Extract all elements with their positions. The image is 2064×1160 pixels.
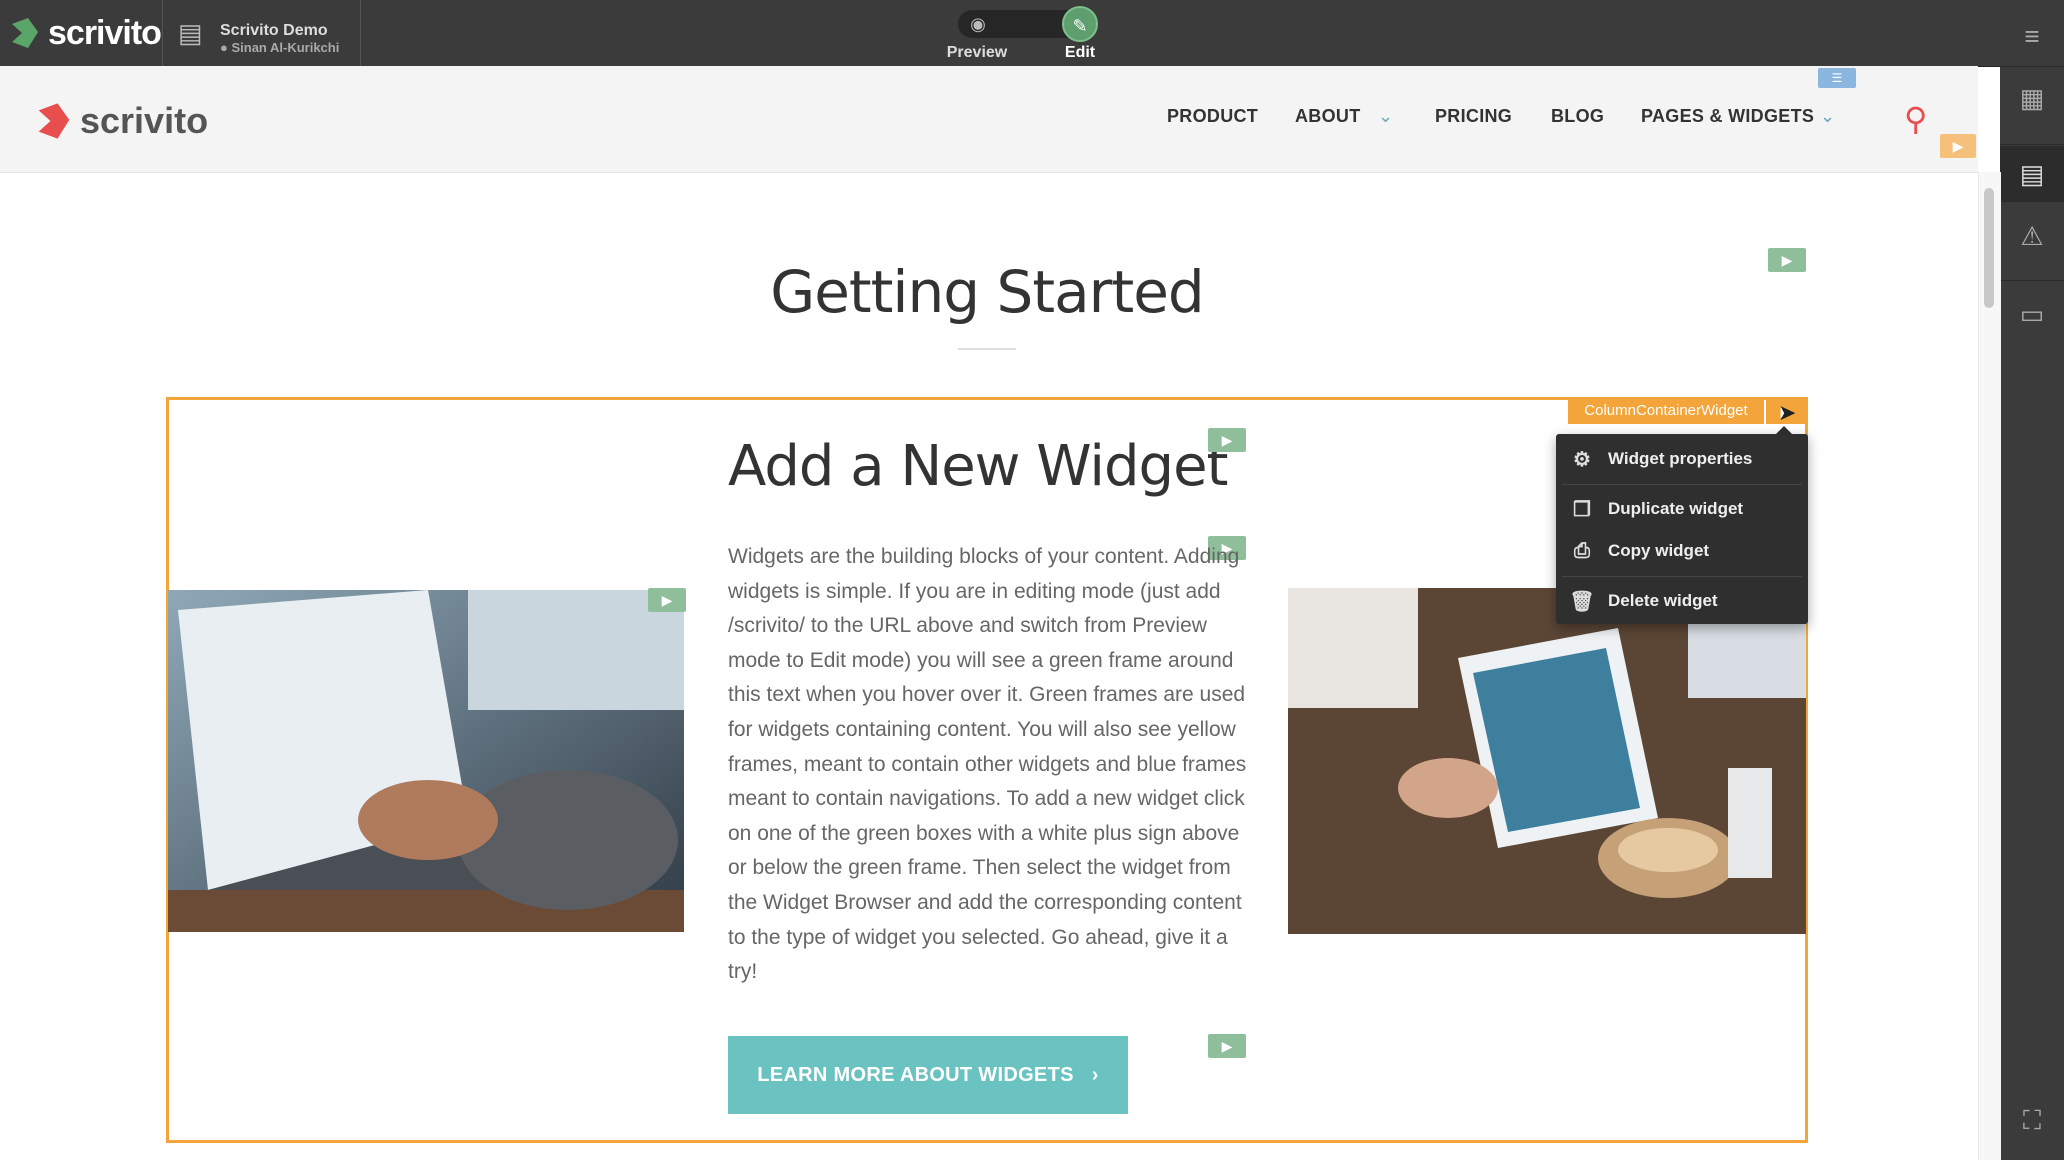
pencil-icon[interactable]: ✎: [1062, 6, 1098, 42]
laptop-photo: [168, 590, 684, 932]
menu-divider: [1562, 576, 1802, 577]
add-widget-marker[interactable]: ▶: [1940, 134, 1976, 158]
edit-mode-button[interactable]: Edit: [1052, 44, 1108, 62]
toolbar-divider: [162, 0, 163, 66]
sidebar-divider: [2000, 280, 2064, 281]
clipboard-icon: ⎙: [1574, 539, 1590, 562]
duplicate-icon: ❐: [1573, 498, 1591, 521]
scrollbar-thumb[interactable]: [1984, 188, 1994, 308]
add-widget-marker[interactable]: ▶: [1208, 428, 1246, 452]
warning-icon[interactable]: ⚠: [2000, 208, 2064, 264]
delete-widget-label: Delete widget: [1608, 591, 1718, 610]
workspace-title[interactable]: Scrivito Demo: [220, 22, 328, 40]
widget-properties-label: Widget properties: [1608, 449, 1753, 468]
duplicate-widget-label: Duplicate widget: [1608, 499, 1744, 518]
library-icon[interactable]: ▤: [2000, 146, 2064, 202]
widget-type-tag[interactable]: ColumnContainerWidget: [1568, 398, 1764, 424]
copy-widget-item[interactable]: ⎙ Copy widget: [1556, 531, 1808, 571]
widget-properties-item[interactable]: ⚙ Widget properties: [1556, 439, 1808, 479]
scrivito-logo[interactable]: scrivito: [8, 12, 162, 54]
delete-widget-item[interactable]: 🗑 Delete widget: [1556, 581, 1808, 621]
workspace-user: ● Sinan Al-Kurikchi: [220, 40, 339, 55]
search-icon[interactable]: ⚲: [1904, 100, 1927, 138]
widget-heading: Add a New Widget: [728, 434, 1228, 499]
sidebar-divider: [2000, 66, 2064, 67]
eye-icon[interactable]: ◉: [966, 12, 990, 36]
add-widget-marker[interactable]: ▶: [648, 588, 686, 612]
workspace-user-name: Sinan Al-Kurikchi: [231, 40, 340, 55]
mouse-cursor-icon: ➤: [1778, 400, 1797, 425]
learn-more-button[interactable]: LEARN MORE ABOUT WIDGETS ›: [728, 1036, 1128, 1114]
site-logo-text: scrivito: [80, 100, 209, 141]
title-divider: [958, 348, 1016, 350]
chevron-down-icon[interactable]: ⌄: [1820, 106, 1835, 127]
user-icon: ●: [220, 40, 232, 55]
toolbar-divider: [360, 0, 361, 66]
nav-pages-widgets[interactable]: PAGES & WIDGETS: [1641, 106, 1814, 127]
nav-product[interactable]: PRODUCT: [1167, 106, 1258, 127]
widget-body-text: Widgets are the building blocks of your …: [728, 545, 1247, 984]
chevron-right-icon: ›: [1091, 1063, 1099, 1086]
navigation-widget-marker[interactable]: ☰: [1818, 68, 1856, 88]
tablet-illustration: [1288, 588, 1806, 934]
nav-blog[interactable]: BLOG: [1551, 106, 1604, 127]
sidebar-divider: [2000, 144, 2064, 145]
page-title: Getting Started: [770, 258, 1204, 326]
scrivito-brand-text: scrivito: [48, 13, 162, 52]
context-menu-caret: [1776, 426, 1792, 434]
add-widget-marker[interactable]: ▶: [1208, 1034, 1246, 1058]
site-logo-icon: [38, 103, 70, 139]
duplicate-widget-item[interactable]: ❐ Duplicate widget: [1556, 489, 1808, 529]
workspace-icon[interactable]: ▤: [178, 18, 203, 49]
gears-icon: ⚙: [1573, 448, 1591, 471]
menu-download-icon[interactable]: ≡: [2000, 8, 2064, 64]
calendar-icon[interactable]: ▦: [2000, 70, 2064, 126]
nav-about[interactable]: ABOUT: [1295, 106, 1361, 127]
trash-icon: 🗑: [1569, 590, 1595, 613]
nav-pricing[interactable]: PRICING: [1435, 106, 1512, 127]
preview-mode-button[interactable]: Preview: [940, 44, 1014, 62]
chevron-down-icon[interactable]: ⌄: [1378, 106, 1393, 127]
monitor-icon[interactable]: ▭: [2000, 286, 2064, 342]
copy-widget-label: Copy widget: [1608, 541, 1710, 560]
laptop-illustration: [168, 590, 684, 932]
learn-more-label: LEARN MORE ABOUT WIDGETS: [757, 1063, 1074, 1086]
site-logo[interactable]: scrivito: [34, 100, 208, 142]
menu-divider: [1562, 484, 1802, 485]
fullscreen-icon[interactable]: ⛶: [2000, 1092, 2064, 1148]
scrollbar-track[interactable]: [1978, 172, 2001, 1160]
scrivito-logo-icon: [12, 18, 38, 48]
tablet-photo: [1288, 588, 1806, 934]
